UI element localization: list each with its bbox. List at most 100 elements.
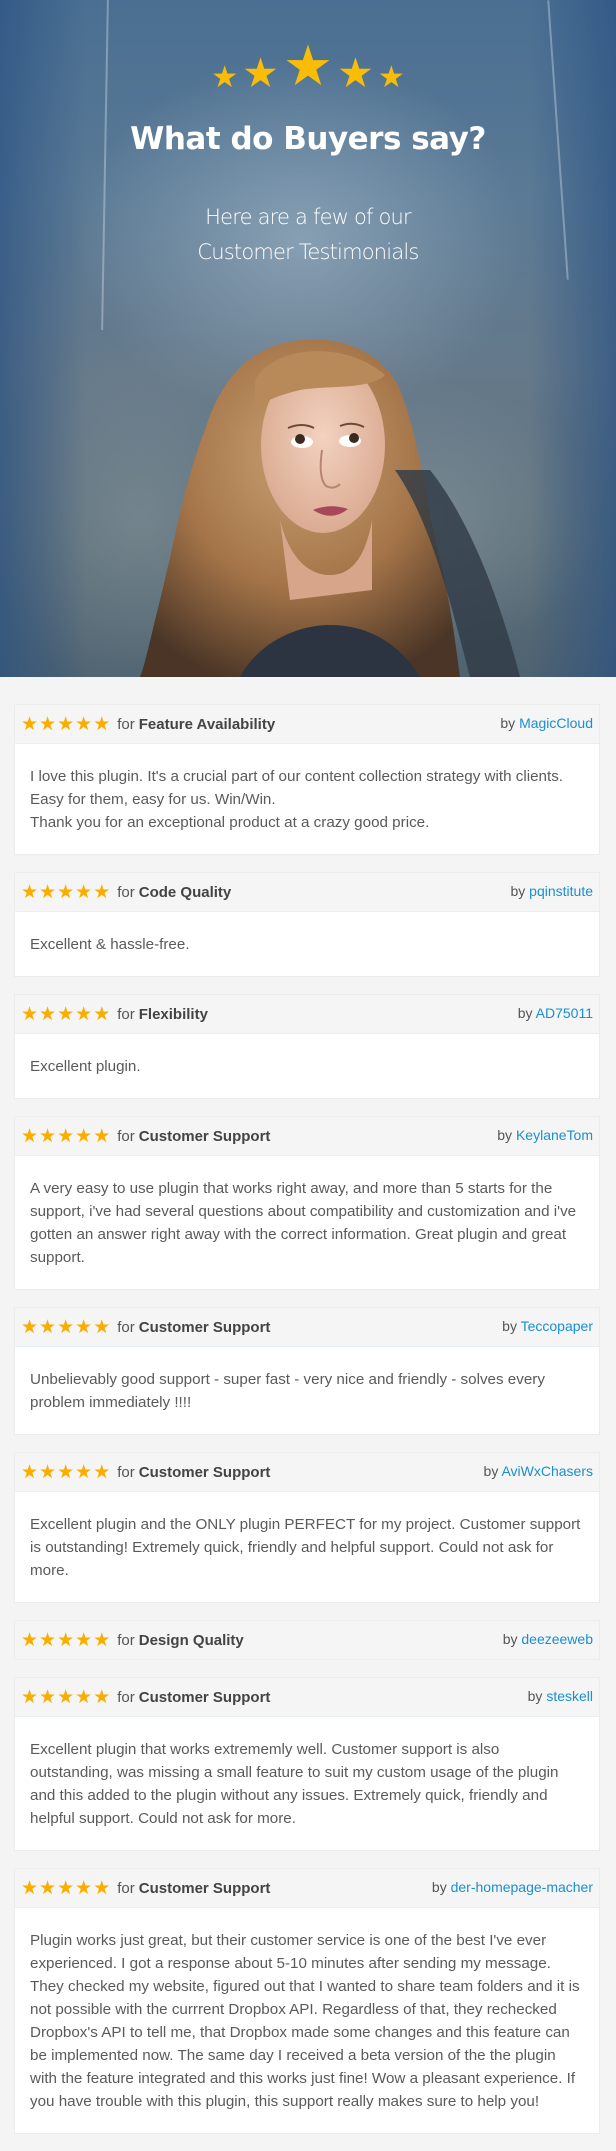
- star-icon: ★: [57, 1629, 75, 1651]
- review-byline: by der-homepage-macher: [432, 1879, 593, 1895]
- review-card: ★ ★ ★ ★ ★ for Code Quality by pqinstitute Excell…: [14, 872, 600, 977]
- hero-subtitle-line: Here are a few of our: [205, 205, 412, 229]
- star-icon: ★: [75, 1003, 93, 1025]
- review-card: ★ ★ ★ ★ ★ for Customer Support by Teccopaper Unb…: [14, 1307, 600, 1435]
- star-icon: ★: [93, 1125, 111, 1147]
- star-icon: ★: [39, 1461, 57, 1483]
- review-card: ★ ★ ★ ★ ★ for Customer Support by AviWxChasers E…: [14, 1452, 600, 1603]
- review-text: Excellent plugin that works extrememly w…: [15, 1717, 599, 1850]
- review-header: ★ ★ ★ ★ ★ for Customer Support by Teccopaper: [15, 1308, 599, 1347]
- star-icon: ★: [21, 1003, 39, 1025]
- review-text: Excellent plugin and the ONLY plugin PER…: [15, 1492, 599, 1602]
- review-byline: by MagicCloud: [500, 715, 593, 731]
- star-icon: ★: [93, 1629, 111, 1651]
- review-text-line: Plugin works just great, but their custo…: [30, 1932, 580, 2110]
- star-icon: ★: [21, 1125, 39, 1147]
- star-icon: ★: [39, 1877, 57, 1899]
- review-text-line: Thank you for an exceptional product at …: [30, 814, 430, 831]
- by-label: by: [431, 1878, 447, 1895]
- review-header: ★ ★ ★ ★ ★ for Flexibility by AD75011: [15, 995, 599, 1034]
- by-label: by: [483, 1462, 499, 1479]
- by-label: by: [497, 1126, 513, 1143]
- star-icon: ★: [75, 1629, 93, 1651]
- star-icon: ★: [21, 1629, 39, 1651]
- rating-stars: ★ ★ ★ ★ ★: [21, 1688, 110, 1707]
- author-link[interactable]: AviWxChasers: [501, 1463, 593, 1479]
- hero-banner: ★ ★ ★ ★ ★ What do Buyers say? Here are a…: [0, 0, 616, 677]
- review-card: ★ ★ ★ ★ ★ for Customer Support by KeylaneTom A v…: [14, 1116, 600, 1290]
- portrait-image: [140, 339, 520, 677]
- review-header: ★ ★ ★ ★ ★ for Design Quality by deezeeweb: [15, 1621, 599, 1659]
- review-card: ★ ★ ★ ★ ★ for Feature Availability by MagicClou…: [14, 704, 600, 855]
- by-label: by: [510, 882, 526, 899]
- by-label: by: [502, 1630, 518, 1647]
- author-link[interactable]: KeylaneTom: [516, 1127, 593, 1143]
- by-label: by: [500, 714, 516, 731]
- author-link[interactable]: der-homepage-macher: [451, 1879, 593, 1895]
- rating-stars: ★ ★ ★ ★ ★: [21, 715, 110, 734]
- review-header: ★ ★ ★ ★ ★ for Feature Availability by MagicClou…: [15, 705, 599, 744]
- star-icon: ★: [93, 1316, 111, 1338]
- review-header: ★ ★ ★ ★ ★ for Customer Support by der-homepage-…: [15, 1869, 599, 1908]
- star-icon: ★: [282, 34, 334, 97]
- star-icon: ★: [39, 1316, 57, 1338]
- author-link[interactable]: MagicCloud: [519, 715, 593, 731]
- review-text: Excellent & hassle-free.: [15, 912, 599, 976]
- review-byline: by Teccopaper: [502, 1318, 593, 1334]
- review-text: A very easy to use plugin that works rig…: [15, 1156, 599, 1289]
- author-link[interactable]: deezeeweb: [521, 1631, 593, 1647]
- star-icon: ★: [57, 1461, 75, 1483]
- review-category: Flexibility: [138, 1005, 208, 1023]
- star-icon: ★: [57, 881, 75, 903]
- rating-stars: ★ ★ ★ ★ ★: [21, 1318, 110, 1337]
- review-byline: by KeylaneTom: [497, 1127, 593, 1143]
- hero-subtitle: Here are a few of our Customer Testimoni…: [0, 200, 616, 270]
- star-icon: ★: [75, 1686, 93, 1708]
- star-icon: ★: [39, 1629, 57, 1651]
- star-icon: ★: [75, 1877, 93, 1899]
- for-label: for: [117, 1463, 135, 1481]
- rating-stars: ★ ★ ★ ★ ★: [21, 883, 110, 902]
- review-header: ★ ★ ★ ★ ★ for Customer Support by AviWxChasers: [15, 1453, 599, 1492]
- author-link[interactable]: AD75011: [536, 1005, 593, 1021]
- star-icon: ★: [211, 61, 239, 94]
- for-label: for: [117, 1318, 135, 1336]
- star-icon: ★: [93, 1461, 111, 1483]
- review-text: Plugin works just great, but their custo…: [15, 1908, 599, 2133]
- star-icon: ★: [21, 1877, 39, 1899]
- author-link[interactable]: steskell: [546, 1688, 593, 1704]
- star-icon: ★: [21, 1686, 39, 1708]
- by-label: by: [502, 1317, 517, 1334]
- review-category: Feature Availability: [138, 715, 276, 733]
- review-category: Design Quality: [138, 1631, 244, 1649]
- review-text-line: Excellent plugin and the ONLY plugin PER…: [30, 1516, 581, 1579]
- author-link[interactable]: Teccopaper: [521, 1318, 593, 1334]
- star-icon: ★: [39, 881, 57, 903]
- for-label: for: [117, 1631, 135, 1649]
- review-category: Customer Support: [138, 1463, 271, 1481]
- by-label: by: [527, 1687, 543, 1704]
- star-icon: ★: [57, 1877, 75, 1899]
- star-icon: ★: [93, 1877, 111, 1899]
- review-text-line: I love this plugin. It's a crucial part …: [30, 768, 564, 808]
- star-icon: ★: [21, 713, 39, 735]
- star-icon: ★: [57, 1003, 75, 1025]
- hero-title: What do Buyers say?: [130, 121, 486, 157]
- for-label: for: [117, 1127, 135, 1145]
- for-label: for: [117, 1005, 135, 1023]
- star-icon: ★: [39, 1125, 57, 1147]
- star-icon: ★: [75, 1316, 93, 1338]
- star-icon: ★: [39, 713, 57, 735]
- review-category: Code Quality: [138, 883, 232, 901]
- rating-stars: ★ ★ ★ ★ ★: [21, 1879, 110, 1898]
- review-text-line: Unbelievably good support - super fast -…: [30, 1371, 545, 1411]
- star-icon: ★: [57, 1125, 75, 1147]
- star-icon: ★: [93, 713, 111, 735]
- review-text-line: Excellent & hassle-free.: [30, 936, 190, 953]
- star-icon: ★: [57, 1686, 75, 1708]
- author-link[interactable]: pqinstitute: [529, 883, 593, 899]
- rating-stars: ★ ★ ★ ★ ★: [21, 1005, 110, 1024]
- review-card: ★ ★ ★ ★ ★ for Design Quality by deezeeweb: [14, 1620, 600, 1660]
- star-icon: ★: [57, 1316, 75, 1338]
- star-icon: ★: [21, 1461, 39, 1483]
